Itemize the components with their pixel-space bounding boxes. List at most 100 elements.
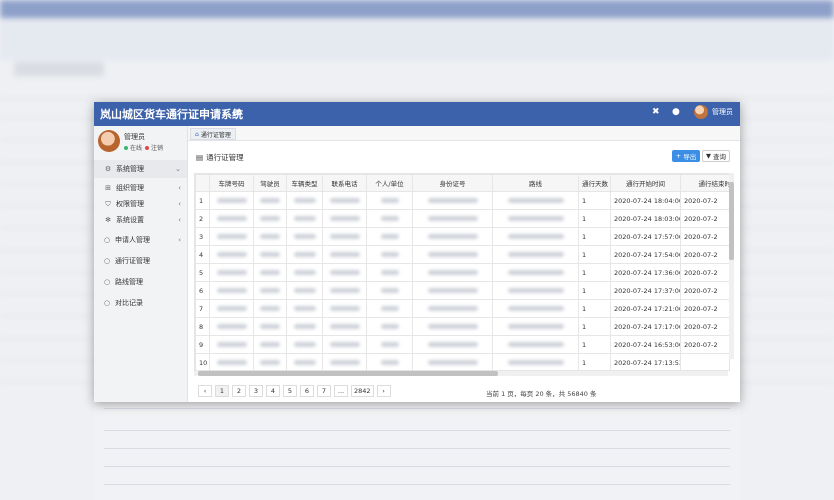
next-page-button[interactable]: › — [376, 385, 391, 397]
table-icon: ▤ — [196, 153, 204, 162]
main-content: ▤ 通行证管理 + 导出 ▼ 查询 车牌号码 驾驶员 车辆类型 联系电话 个人/… — [188, 140, 740, 402]
page-button[interactable]: 2 — [232, 385, 246, 397]
redacted-value — [216, 234, 247, 239]
logout-link[interactable]: 注销 — [151, 145, 163, 152]
export-label: 导出 — [683, 153, 697, 161]
sidebar-item-pass[interactable]: ○ 通行证管理 — [94, 252, 187, 270]
pagination-info: 当前 1 页，每页 20 条，共 56840 条 — [486, 390, 597, 398]
table-row[interactable]: 9 1 2020-07-24 16:53:00 2020-07-2 — [195, 335, 729, 354]
table-row[interactable]: 2 1 2020-07-24 18:03:00 2020-07-2 — [195, 209, 729, 228]
redacted-value — [507, 342, 564, 347]
chevron-left-icon: ‹ — [178, 216, 181, 224]
vertical-scroll-thumb[interactable] — [729, 182, 734, 260]
redacted-value — [329, 252, 360, 257]
circle-icon: ○ — [103, 299, 111, 307]
redacted-value — [507, 252, 564, 257]
palette-icon[interactable]: ● — [672, 107, 680, 117]
page-button[interactable]: 6 — [300, 385, 314, 397]
redacted-cell — [286, 335, 323, 354]
page-button[interactable]: 3 — [249, 385, 263, 397]
page-button[interactable]: 4 — [266, 385, 280, 397]
table-row[interactable]: 4 1 2020-07-24 17:54:00 2020-07-2 — [195, 245, 729, 264]
end-time-cell: 2020-07-2 — [680, 191, 729, 210]
sidebar-item-org[interactable]: ⊞ 组织管理 ‹ — [94, 180, 187, 196]
redacted-value — [293, 324, 316, 329]
redacted-cell — [322, 245, 367, 264]
redacted-cell — [412, 245, 493, 264]
table-row[interactable]: 8 1 2020-07-24 17:17:00 2020-07-2 — [195, 317, 729, 336]
redacted-cell — [412, 335, 493, 354]
shield-icon: ⛉ — [105, 199, 111, 208]
redacted-value — [216, 342, 247, 347]
table-row[interactable]: 10 1 2020-07-24 17:13:53 — [195, 353, 729, 370]
redacted-cell — [253, 263, 287, 282]
header-user-menu[interactable]: 管理员 — [694, 105, 733, 119]
table-row[interactable]: 7 1 2020-07-24 17:21:00 2020-07-2 — [195, 299, 729, 318]
redacted-cell — [412, 209, 493, 228]
page-button[interactable]: 7 — [317, 385, 331, 397]
page-button[interactable]: 2842 — [351, 385, 374, 397]
table-row[interactable]: 1 1 2020-07-24 18:04:00 2020-07-2 — [195, 191, 729, 210]
redacted-value — [293, 342, 316, 347]
redacted-value — [507, 234, 564, 239]
redacted-value — [380, 360, 399, 365]
sidebar-item-label: 通行证管理 — [115, 257, 150, 265]
table-row[interactable]: 6 1 2020-07-24 17:37:00 2020-07-2 — [195, 281, 729, 300]
export-button[interactable]: + 导出 — [672, 150, 700, 162]
row-index: 5 — [195, 263, 210, 282]
redacted-value — [329, 342, 360, 347]
redacted-cell — [322, 317, 367, 336]
sidebar-item-compare[interactable]: ○ 对比记录 — [94, 294, 187, 312]
redacted-cell — [492, 209, 579, 228]
sidebar-item-route[interactable]: ○ 路线管理 — [94, 273, 187, 291]
page-button[interactable]: 1 — [215, 385, 229, 397]
column-header[interactable]: 身份证号 — [412, 174, 493, 192]
column-header — [195, 174, 210, 192]
redacted-value — [380, 324, 399, 329]
table-row[interactable]: 3 1 2020-07-24 17:57:00 2020-07-2 — [195, 227, 729, 246]
expand-icon[interactable]: ✖ — [652, 107, 660, 117]
redacted-value — [293, 198, 316, 203]
sidebar-item-system[interactable]: ⚙ 系统管理 ⌄ — [94, 160, 187, 178]
page-button[interactable]: 5 — [283, 385, 297, 397]
horizontal-scroll-thumb[interactable] — [198, 371, 498, 376]
table-row[interactable]: 5 1 2020-07-24 17:36:00 2020-07-2 — [195, 263, 729, 282]
redacted-value — [293, 360, 316, 365]
column-header[interactable]: 车辆类型 — [286, 174, 323, 192]
tab-pass-management[interactable]: ⌂ 通行证管理 — [190, 128, 236, 140]
top-header: 岚山城区货车通行证申请系统 ≡ ✖ ● 管理员 — [94, 102, 740, 126]
column-header[interactable]: 个人/单位 — [366, 174, 413, 192]
hamburger-icon[interactable]: ≡ — [232, 105, 242, 119]
redacted-cell — [322, 263, 367, 282]
query-label: 查询 — [713, 153, 726, 161]
sidebar-item-label: 权限管理 — [116, 200, 144, 208]
redacted-value — [329, 198, 360, 203]
redacted-value — [427, 216, 478, 221]
end-time-cell: 2020-07-2 — [680, 209, 729, 228]
start-time-cell: 2020-07-24 17:57:00 — [610, 227, 681, 246]
column-header[interactable]: 通行开始时间 — [610, 174, 681, 192]
sidebar-item-applicant[interactable]: ○ 申请人管理 ‹ — [94, 231, 187, 249]
column-header[interactable]: 通行天数 — [578, 174, 611, 192]
column-header[interactable]: 通行结束时间 — [680, 174, 729, 192]
redacted-cell — [209, 191, 254, 210]
column-header[interactable]: 联系电话 — [322, 174, 367, 192]
redacted-cell — [492, 335, 579, 354]
column-header[interactable]: 路线 — [492, 174, 579, 192]
sidebar-user-panel: 管理员 在线 注销 — [98, 130, 186, 154]
column-header[interactable]: 驾驶员 — [253, 174, 287, 192]
row-index: 4 — [195, 245, 210, 264]
end-time-cell: 2020-07-2 — [680, 335, 729, 354]
sidebar-item-permission[interactable]: ⛉ 权限管理 ‹ — [94, 196, 187, 212]
chevron-left-icon: ‹ — [178, 184, 181, 192]
redacted-value — [380, 234, 399, 239]
prev-page-button[interactable]: ‹ — [198, 385, 212, 397]
tab-label: 通行证管理 — [200, 131, 231, 139]
chevron-down-icon: ⌄ — [175, 165, 181, 173]
column-header[interactable]: 车牌号码 — [209, 174, 254, 192]
query-button[interactable]: ▼ 查询 — [702, 150, 730, 162]
sidebar-item-settings[interactable]: ✻ 系统设置 ‹ — [94, 212, 187, 228]
redacted-value — [260, 198, 280, 203]
redacted-cell — [366, 227, 413, 246]
redacted-value — [427, 234, 478, 239]
